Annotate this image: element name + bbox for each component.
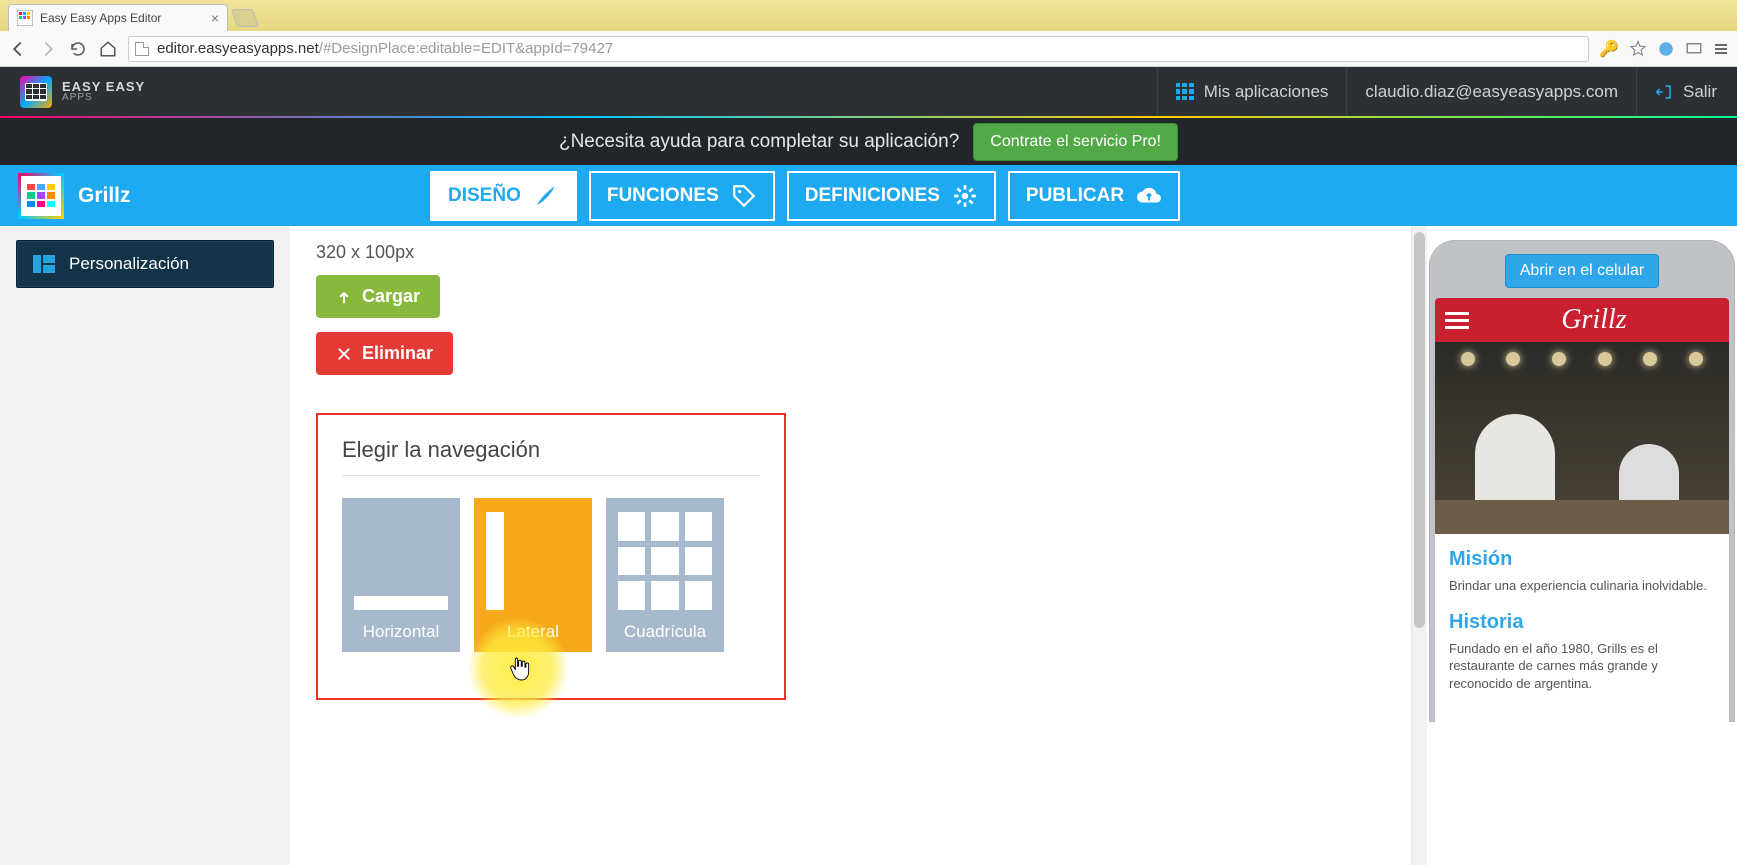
logout-link[interactable]: Salir: [1655, 82, 1717, 102]
preview-header: Grillz: [1435, 298, 1729, 342]
preview-section-body: Fundado en el año 1980, Grills es el res…: [1449, 640, 1715, 693]
tab-title: Easy Easy Apps Editor: [40, 11, 211, 25]
home-button[interactable]: [98, 39, 118, 59]
open-mobile-button[interactable]: Abrir en el celular: [1505, 254, 1660, 288]
upload-button[interactable]: Cargar: [316, 275, 440, 318]
content-pane: 320 x 100px Cargar Eliminar Elegir la na…: [290, 226, 1427, 865]
app-name: Grillz: [78, 184, 131, 208]
tab-close-icon[interactable]: ×: [211, 10, 219, 26]
dimensions-label: 320 x 100px: [316, 242, 1401, 263]
help-question: ¿Necesita ayuda para completar su aplica…: [559, 131, 959, 153]
delete-button[interactable]: Eliminar: [316, 332, 453, 375]
nav-option-lateral[interactable]: Lateral: [474, 498, 592, 652]
upload-icon: [336, 289, 352, 305]
tag-icon: [731, 183, 757, 209]
nav-grid-icon: [618, 512, 712, 610]
preview-pane: Abrir en el celular Grillz Misión Brinda…: [1427, 226, 1737, 865]
apps-grid-icon: [1176, 83, 1194, 101]
browser-tabstrip: Easy Easy Apps Editor ×: [0, 0, 1737, 31]
choose-navigation-section: Elegir la navegación Horizontal Lateral …: [316, 413, 786, 700]
preview-app-title: Grillz: [1469, 304, 1719, 336]
brush-icon: [533, 183, 559, 209]
browser-tab[interactable]: Easy Easy Apps Editor ×: [8, 4, 228, 31]
cloud-upload-icon: [1136, 183, 1162, 209]
menu-icon[interactable]: [1713, 41, 1729, 57]
preview-body: Misión Brindar una experiencia culinaria…: [1435, 534, 1729, 722]
editor-tabs: DISEÑO FUNCIONES DEFINICIONES PUBLICAR: [430, 171, 1180, 221]
browser-toolbar: editor.easyeasyapps.net/#DesignPlace:edi…: [0, 31, 1737, 67]
preview-section-body: Brindar una experiencia culinaria inolvi…: [1449, 577, 1715, 595]
user-email[interactable]: claudio.diaz@easyeasyapps.com: [1365, 82, 1618, 102]
present-icon[interactable]: [1685, 40, 1703, 58]
phone-screen: Grillz Misión Brindar una experiencia cu…: [1435, 298, 1729, 722]
page-icon: [135, 42, 149, 56]
phone-frame: Abrir en el celular Grillz Misión Brinda…: [1429, 240, 1735, 722]
scrollbar[interactable]: [1411, 226, 1427, 865]
tab-publish[interactable]: PUBLICAR: [1008, 171, 1180, 221]
preview-hero-image: [1435, 342, 1729, 534]
hire-pro-button[interactable]: Contrate el servicio Pro!: [973, 123, 1178, 161]
back-button[interactable]: [8, 39, 28, 59]
star-icon[interactable]: [1629, 40, 1647, 58]
app-icon: [18, 173, 64, 219]
brand-logo[interactable]: EASY EASY APPS: [20, 76, 145, 108]
gear-icon: [952, 183, 978, 209]
logout-icon: [1655, 83, 1673, 101]
favicon-icon: [17, 10, 33, 26]
nav-horizontal-icon: [354, 512, 448, 610]
tab-definitions[interactable]: DEFINICIONES: [787, 171, 996, 221]
scrollbar-thumb[interactable]: [1414, 232, 1425, 628]
editor-bar: Grillz DISEÑO FUNCIONES DEFINICIONES PUB…: [0, 165, 1737, 226]
new-tab-button[interactable]: [231, 9, 259, 27]
key-icon[interactable]: 🔑: [1599, 39, 1619, 59]
nav-option-grid[interactable]: Cuadrícula: [606, 498, 724, 652]
app-header: EASY EASY APPS Mis aplicaciones claudio.…: [0, 67, 1737, 116]
sidebar: Personalización: [0, 226, 290, 865]
url-text: editor.easyeasyapps.net/#DesignPlace:edi…: [157, 40, 613, 57]
reload-button[interactable]: [68, 39, 88, 59]
brand-line2: APPS: [62, 93, 145, 103]
forward-button[interactable]: [38, 39, 58, 59]
current-app-chip[interactable]: Grillz: [18, 173, 131, 219]
url-bar[interactable]: editor.easyeasyapps.net/#DesignPlace:edi…: [128, 36, 1589, 62]
preview-section-title: Misión: [1449, 548, 1715, 571]
my-apps-link[interactable]: Mis aplicaciones: [1176, 82, 1329, 102]
nav-option-horizontal[interactable]: Horizontal: [342, 498, 460, 652]
brand-mark-icon: [20, 76, 52, 108]
extension-icon[interactable]: [1657, 40, 1675, 58]
hamburger-icon[interactable]: [1445, 312, 1469, 329]
tab-design[interactable]: DISEÑO: [430, 171, 577, 221]
main-area: Personalización 320 x 100px Cargar Elimi…: [0, 226, 1737, 865]
close-icon: [336, 346, 352, 362]
tab-functions[interactable]: FUNCIONES: [589, 171, 775, 221]
layout-icon: [33, 255, 55, 273]
choose-navigation-title: Elegir la navegación: [342, 437, 760, 476]
nav-lateral-icon: [486, 512, 580, 610]
sidebar-item-personalization[interactable]: Personalización: [16, 240, 274, 288]
preview-section-title: Historia: [1449, 611, 1715, 634]
help-banner: ¿Necesita ayuda para completar su aplica…: [0, 116, 1737, 165]
